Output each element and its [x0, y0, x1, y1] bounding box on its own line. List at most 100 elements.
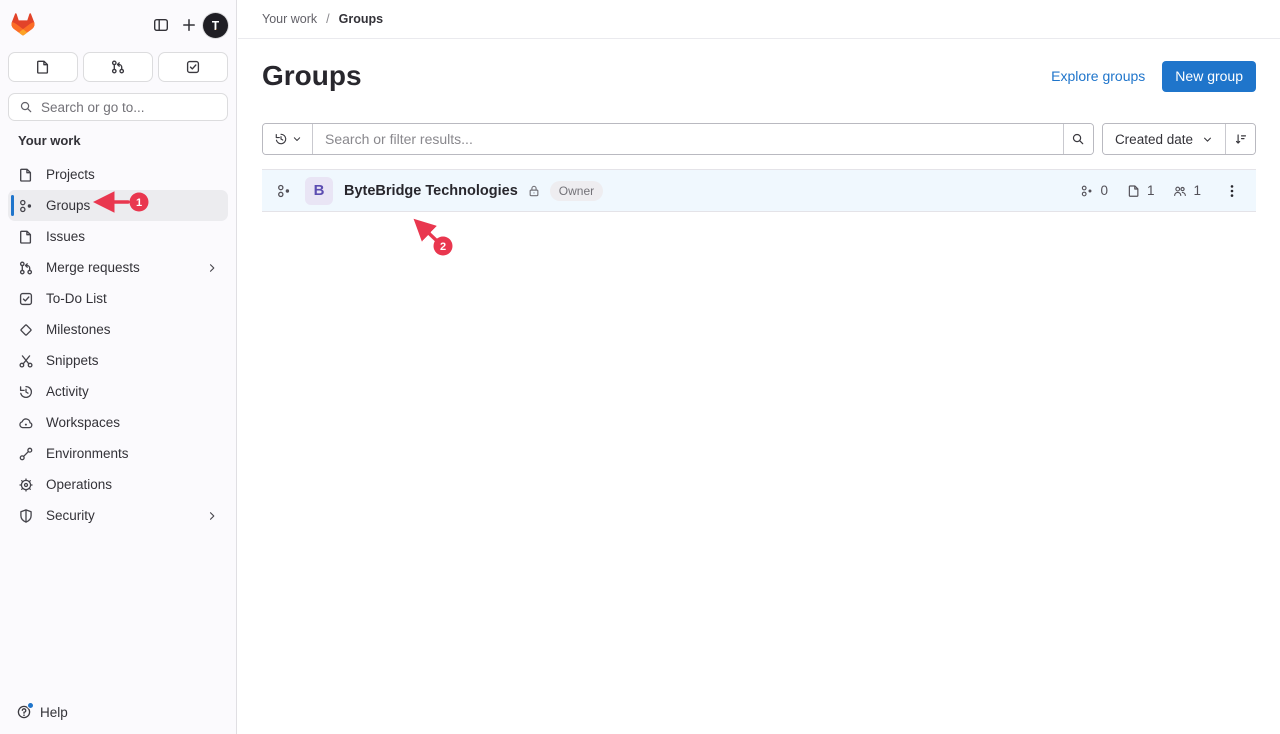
- sidebar-top-bar: T: [10, 8, 228, 42]
- subgroups-toggle[interactable]: [276, 183, 292, 199]
- sidebar-section-label: Your work: [8, 121, 228, 159]
- group-name-link[interactable]: ByteBridge Technologies: [344, 183, 518, 199]
- user-avatar[interactable]: T: [203, 13, 228, 38]
- subgroups-count: 0: [1080, 183, 1108, 198]
- history-icon: [274, 132, 288, 146]
- sidebar-item-snippets[interactable]: Snippets: [8, 345, 228, 376]
- workspaces-cloud-icon: [18, 415, 34, 431]
- subgroups-count-value: 0: [1100, 183, 1108, 198]
- groups-icon: [18, 198, 34, 214]
- sidebar-item-milestones[interactable]: Milestones: [8, 314, 228, 345]
- issues-icon: [35, 59, 51, 75]
- global-search-placeholder: Search or go to...: [41, 100, 145, 115]
- new-group-button[interactable]: New group: [1162, 61, 1256, 92]
- sidebar-toggle-button[interactable]: [147, 11, 175, 39]
- role-badge: Owner: [550, 181, 603, 201]
- activity-history-icon: [18, 384, 34, 400]
- chevron-right-icon: [206, 262, 218, 274]
- chevron-down-icon: [292, 134, 302, 144]
- group-avatar: B: [305, 177, 333, 205]
- search-submit-button[interactable]: [1063, 124, 1093, 154]
- chevron-down-icon: [1202, 134, 1213, 145]
- snippets-scissors-icon: [18, 353, 34, 369]
- create-new-button[interactable]: [175, 11, 203, 39]
- sidebar-item-label: Snippets: [46, 353, 99, 368]
- sidebar-item-label: Issues: [46, 229, 85, 244]
- projects-icon: [1127, 184, 1141, 198]
- gitlab-logo[interactable]: [10, 13, 36, 37]
- sidebar-shortcuts: [8, 52, 228, 82]
- members-icon: [1173, 184, 1187, 198]
- milestone-icon: [18, 322, 34, 338]
- sidebar-item-security[interactable]: Security: [8, 500, 228, 531]
- sidebar-item-label: Groups: [46, 198, 90, 213]
- main-content: Your work / Groups Groups Explore groups…: [238, 0, 1280, 734]
- shortcut-merge-requests-button[interactable]: [83, 52, 153, 82]
- sidebar-item-label: Security: [46, 508, 95, 523]
- sort-by-label: Created date: [1115, 132, 1193, 147]
- sidebar-item-environments[interactable]: Environments: [8, 438, 228, 469]
- filtered-search: [262, 123, 1094, 155]
- help-question-icon: [16, 704, 32, 720]
- merge-request-icon: [18, 260, 34, 276]
- plus-icon: [181, 17, 197, 33]
- search-history-dropdown[interactable]: [263, 124, 313, 154]
- breadcrumb-current: Groups: [339, 12, 383, 26]
- kebab-icon: [1224, 183, 1240, 199]
- members-count: 1: [1173, 183, 1201, 198]
- sidebar: T Search or go to... Your work Projects …: [0, 0, 237, 734]
- filter-bar: Created date: [262, 123, 1256, 155]
- subgroups-icon: [1080, 184, 1094, 198]
- projects-count-value: 1: [1147, 183, 1155, 198]
- help-notification-dot: [27, 702, 34, 709]
- help-label: Help: [40, 705, 68, 720]
- help-button[interactable]: Help: [8, 698, 228, 726]
- shortcut-issues-button[interactable]: [8, 52, 78, 82]
- group-row-stats: 0 1 1: [1080, 183, 1242, 199]
- issues-icon: [18, 229, 34, 245]
- sidebar-item-workspaces[interactable]: Workspaces: [8, 407, 228, 438]
- sort-direction-button[interactable]: [1225, 124, 1255, 154]
- shield-icon: [18, 508, 34, 524]
- sidebar-item-label: Activity: [46, 384, 89, 399]
- header-actions: Explore groups New group: [1051, 61, 1256, 92]
- todo-check-icon: [18, 291, 34, 307]
- sidebar-item-projects[interactable]: Projects: [8, 159, 228, 190]
- sidebar-item-todo-list[interactable]: To-Do List: [8, 283, 228, 314]
- sidebar-item-label: Operations: [46, 477, 112, 492]
- panel-icon: [153, 17, 169, 33]
- chevron-right-icon: [206, 510, 218, 522]
- sidebar-item-activity[interactable]: Activity: [8, 376, 228, 407]
- sidebar-item-label: To-Do List: [46, 291, 107, 306]
- sidebar-item-groups[interactable]: Groups: [8, 190, 228, 221]
- sidebar-item-label: Projects: [46, 167, 95, 182]
- page-title: Groups: [262, 59, 362, 93]
- sidebar-item-operations[interactable]: Operations: [8, 469, 228, 500]
- todo-check-icon: [185, 59, 201, 75]
- shortcut-todos-button[interactable]: [158, 52, 228, 82]
- sidebar-item-label: Milestones: [46, 322, 111, 337]
- sidebar-item-issues[interactable]: Issues: [8, 221, 228, 252]
- sort-descending-icon: [1234, 132, 1248, 146]
- sidebar-item-label: Merge requests: [46, 260, 140, 275]
- filter-search-input[interactable]: [313, 124, 1063, 154]
- search-icon: [19, 100, 33, 114]
- projects-count: 1: [1127, 183, 1155, 198]
- projects-icon: [18, 167, 34, 183]
- breadcrumb-your-work[interactable]: Your work: [262, 12, 317, 26]
- sort-by-dropdown[interactable]: Created date: [1103, 124, 1225, 154]
- breadcrumb-separator: /: [326, 12, 329, 26]
- group-actions-kebab-menu[interactable]: [1222, 183, 1242, 199]
- merge-request-icon: [110, 59, 126, 75]
- search-icon: [1071, 132, 1085, 146]
- global-search-input[interactable]: Search or go to...: [8, 93, 228, 121]
- group-row[interactable]: B ByteBridge Technologies Owner 0 1 1: [262, 169, 1256, 212]
- operations-gear-icon: [18, 477, 34, 493]
- explore-groups-link[interactable]: Explore groups: [1051, 68, 1145, 84]
- sidebar-item-label: Workspaces: [46, 415, 120, 430]
- sidebar-item-label: Environments: [46, 446, 129, 461]
- sidebar-item-merge-requests[interactable]: Merge requests: [8, 252, 228, 283]
- members-count-value: 1: [1193, 183, 1201, 198]
- private-lock-icon: [527, 184, 541, 198]
- group-avatar-letter: B: [314, 182, 325, 199]
